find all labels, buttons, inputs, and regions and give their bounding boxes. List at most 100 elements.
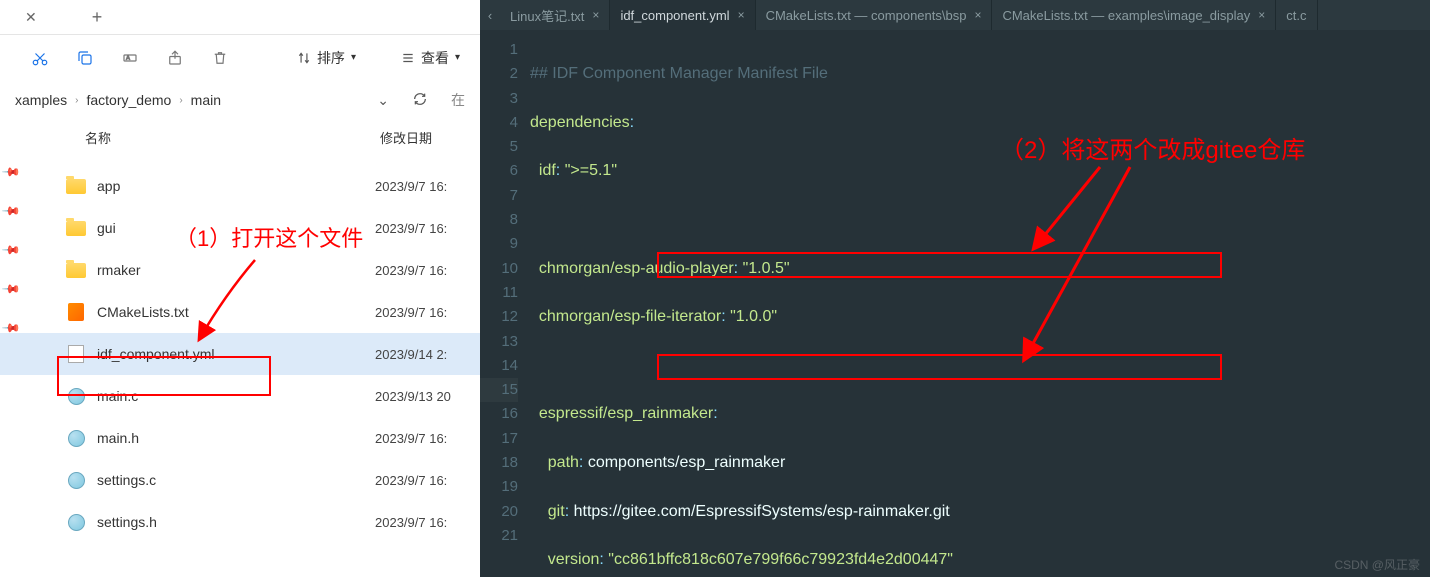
- crumb-2[interactable]: main: [191, 92, 221, 108]
- code-editor: ‹ Linux笔记.txt × idf_component.yml × CMakeL…: [480, 0, 1430, 577]
- file-name: gui: [97, 220, 375, 236]
- code-text: "1.0.0": [730, 308, 777, 325]
- editor-tab[interactable]: Linux笔记.txt ×: [500, 0, 610, 30]
- file-explorer: ✕ + A 排序 ▾ 查看 ▾ xamples › factory_demo ›…: [0, 0, 480, 577]
- tab-label: idf_component.yml: [620, 8, 729, 23]
- file-name: CMakeLists.txt: [97, 304, 375, 320]
- document-icon: [65, 345, 87, 363]
- file-name: idf_component.yml: [97, 346, 375, 362]
- file-row[interactable]: rmaker2023/9/7 16:: [0, 249, 480, 291]
- code-text: chmorgan/esp-file-iterator: [539, 308, 721, 325]
- sublime-icon: [65, 303, 87, 321]
- explorer-toolbar: A 排序 ▾ 查看 ▾: [0, 35, 480, 80]
- file-name: main.c: [97, 388, 375, 404]
- file-row[interactable]: gui2023/9/7 16:: [0, 207, 480, 249]
- close-icon[interactable]: ×: [1258, 8, 1265, 22]
- editor-tab[interactable]: CMakeLists.txt — components\bsp ×: [756, 0, 993, 30]
- code-text: espressif/esp_rainmaker: [539, 405, 713, 422]
- tab-label: CMakeLists.txt — examples\image_display: [1002, 8, 1250, 23]
- file-name: main.h: [97, 430, 375, 446]
- explorer-tabs: ✕ +: [0, 0, 480, 35]
- editor-body[interactable]: 123456789101112131415161718192021 ## IDF…: [480, 30, 1430, 577]
- sort-button[interactable]: 排序 ▾: [297, 48, 356, 68]
- view-button[interactable]: 查看 ▾: [401, 48, 460, 68]
- line-gutter: 123456789101112131415161718192021: [480, 30, 530, 577]
- refresh-icon[interactable]: [412, 91, 428, 110]
- header-date[interactable]: 修改日期: [380, 128, 480, 147]
- file-row[interactable]: settings.h2023/9/7 16:: [0, 501, 480, 543]
- code-text: https://gitee.com/EspressifSystems/esp-r…: [574, 503, 950, 520]
- file-row[interactable]: app2023/9/7 16:: [0, 165, 480, 207]
- file-name: settings.c: [97, 472, 375, 488]
- tab-scroll-left-icon[interactable]: ‹: [480, 0, 500, 30]
- breadcrumb: xamples › factory_demo › main ⌄ 在: [0, 80, 480, 120]
- folder-icon: [65, 177, 87, 195]
- editor-tab[interactable]: idf_component.yml ×: [610, 0, 755, 30]
- watermark: CSDN @风正豪: [1334, 556, 1420, 573]
- chevron-right-icon: ›: [75, 95, 78, 106]
- cut-icon[interactable]: [30, 48, 50, 68]
- file-date: 2023/9/7 16:: [375, 179, 480, 194]
- file-row[interactable]: main.h2023/9/7 16:: [0, 417, 480, 459]
- crumb-0[interactable]: xamples: [15, 92, 67, 108]
- file-row[interactable]: main.c2023/9/13 20: [0, 375, 480, 417]
- code-text: ">=5.1": [565, 162, 617, 179]
- file-name: settings.h: [97, 514, 375, 530]
- tab-label: ct.c: [1286, 8, 1306, 23]
- new-tab-icon[interactable]: +: [52, 7, 103, 28]
- globe-icon: [65, 513, 87, 531]
- close-icon[interactable]: ×: [738, 8, 745, 22]
- file-date: 2023/9/7 16:: [375, 221, 480, 236]
- tab-label: Linux笔记.txt: [510, 6, 584, 25]
- globe-icon: [65, 387, 87, 405]
- file-row[interactable]: idf_component.yml2023/9/14 2:: [0, 333, 480, 375]
- folder-icon: [65, 261, 87, 279]
- editor-tab[interactable]: CMakeLists.txt — examples\image_display ×: [992, 0, 1276, 30]
- delete-icon[interactable]: [210, 48, 230, 68]
- close-icon[interactable]: ×: [592, 8, 599, 22]
- file-list: app2023/9/7 16: gui2023/9/7 16: rmaker20…: [0, 155, 480, 577]
- code-text: components/esp_rainmaker: [588, 454, 785, 471]
- code-text: git: [548, 503, 565, 520]
- code-text: dependencies: [530, 114, 630, 131]
- crumb-1[interactable]: factory_demo: [86, 92, 171, 108]
- code-text: "1.0.5": [743, 260, 790, 277]
- code-text: chmorgan/esp-audio-player: [539, 260, 734, 277]
- preview-text: 在: [451, 90, 465, 110]
- file-name: rmaker: [97, 262, 375, 278]
- tab-label: CMakeLists.txt — components\bsp: [766, 8, 967, 23]
- view-label: 查看: [421, 48, 449, 68]
- file-date: 2023/9/7 16:: [375, 263, 480, 278]
- rename-icon[interactable]: A: [120, 48, 140, 68]
- file-row[interactable]: CMakeLists.txt2023/9/7 16:: [0, 291, 480, 333]
- editor-tabs: ‹ Linux笔记.txt × idf_component.yml × CMakeL…: [480, 0, 1430, 30]
- file-date: 2023/9/13 20: [375, 389, 480, 404]
- globe-icon: [65, 471, 87, 489]
- chevron-right-icon: ›: [179, 95, 182, 106]
- close-icon[interactable]: ×: [974, 8, 981, 22]
- code-text: version: [548, 551, 600, 568]
- folder-icon: [65, 219, 87, 237]
- sort-label: 排序: [317, 48, 345, 68]
- chevron-down-icon[interactable]: ⌄: [377, 92, 389, 109]
- file-date: 2023/9/7 16:: [375, 431, 480, 446]
- code-text: idf: [539, 162, 556, 179]
- globe-icon: [65, 429, 87, 447]
- header-name[interactable]: 名称: [85, 128, 380, 147]
- file-date: 2023/9/7 16:: [375, 305, 480, 320]
- file-row[interactable]: settings.c2023/9/7 16:: [0, 459, 480, 501]
- column-headers: 名称 修改日期: [0, 120, 480, 155]
- share-icon[interactable]: [165, 48, 185, 68]
- code-text: "cc861bffc818c607e799f66c79923fd4e2d0044…: [608, 551, 953, 568]
- copy-icon[interactable]: [75, 48, 95, 68]
- file-date: 2023/9/14 2:: [375, 347, 480, 362]
- file-date: 2023/9/7 16:: [375, 515, 480, 530]
- code-text: path: [548, 454, 579, 471]
- code-text: ## IDF Component Manager Manifest File: [530, 65, 828, 82]
- file-name: app: [97, 178, 375, 194]
- close-tab-icon[interactable]: ✕: [25, 9, 37, 26]
- editor-tab[interactable]: ct.c: [1276, 0, 1317, 30]
- code-content[interactable]: ## IDF Component Manager Manifest File d…: [530, 30, 1430, 577]
- file-date: 2023/9/7 16:: [375, 473, 480, 488]
- svg-text:A: A: [126, 55, 130, 61]
